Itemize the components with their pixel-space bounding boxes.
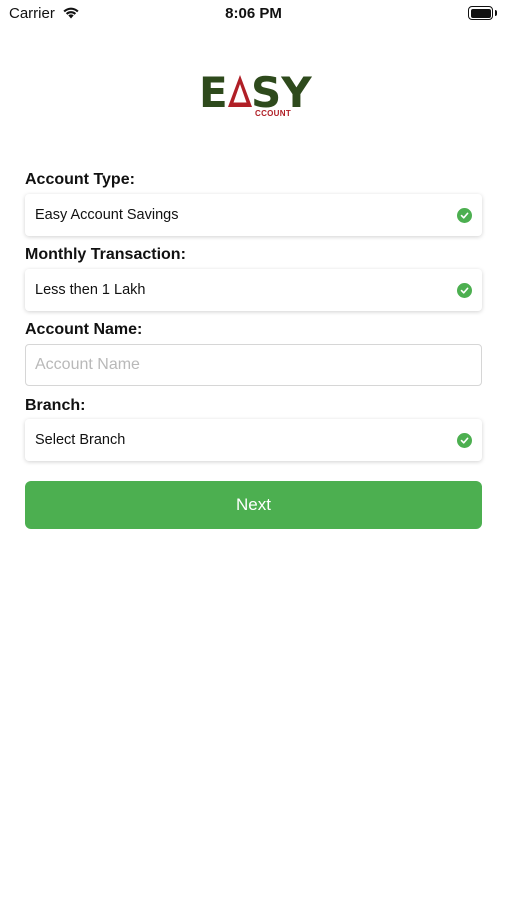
account-name-label: Account Name: — [25, 321, 143, 338]
monthly-transaction-select[interactable]: Less then 1 Lakh — [25, 269, 482, 311]
logo-subtitle: CCOUNT — [255, 109, 292, 118]
logo-letter-e: E — [199, 68, 228, 117]
account-name-input[interactable] — [25, 344, 482, 386]
account-type-label: Account Type: — [25, 171, 135, 188]
check-circle-icon — [457, 282, 472, 298]
branch-value: Select Branch — [35, 432, 126, 448]
status-time: 8:06 PM — [225, 5, 282, 22]
account-type-value: Easy Account Savings — [35, 207, 179, 223]
check-circle-icon — [457, 207, 472, 223]
account-type-select[interactable]: Easy Account Savings — [25, 194, 482, 236]
monthly-transaction-value: Less then 1 Lakh — [35, 282, 146, 298]
logo-letters-sy: SY — [251, 68, 312, 117]
logo-delta-icon — [227, 74, 253, 113]
monthly-transaction-label: Monthly Transaction: — [25, 246, 186, 263]
branch-label: Branch: — [25, 397, 86, 414]
status-bar: Carrier 8:06 PM — [0, 0, 507, 28]
easy-account-logo: E SY CCOUNT — [199, 68, 312, 122]
battery-icon — [468, 6, 497, 20]
branch-select[interactable]: Select Branch — [25, 419, 482, 461]
next-button[interactable]: Next — [25, 481, 482, 529]
check-circle-icon — [457, 432, 472, 448]
